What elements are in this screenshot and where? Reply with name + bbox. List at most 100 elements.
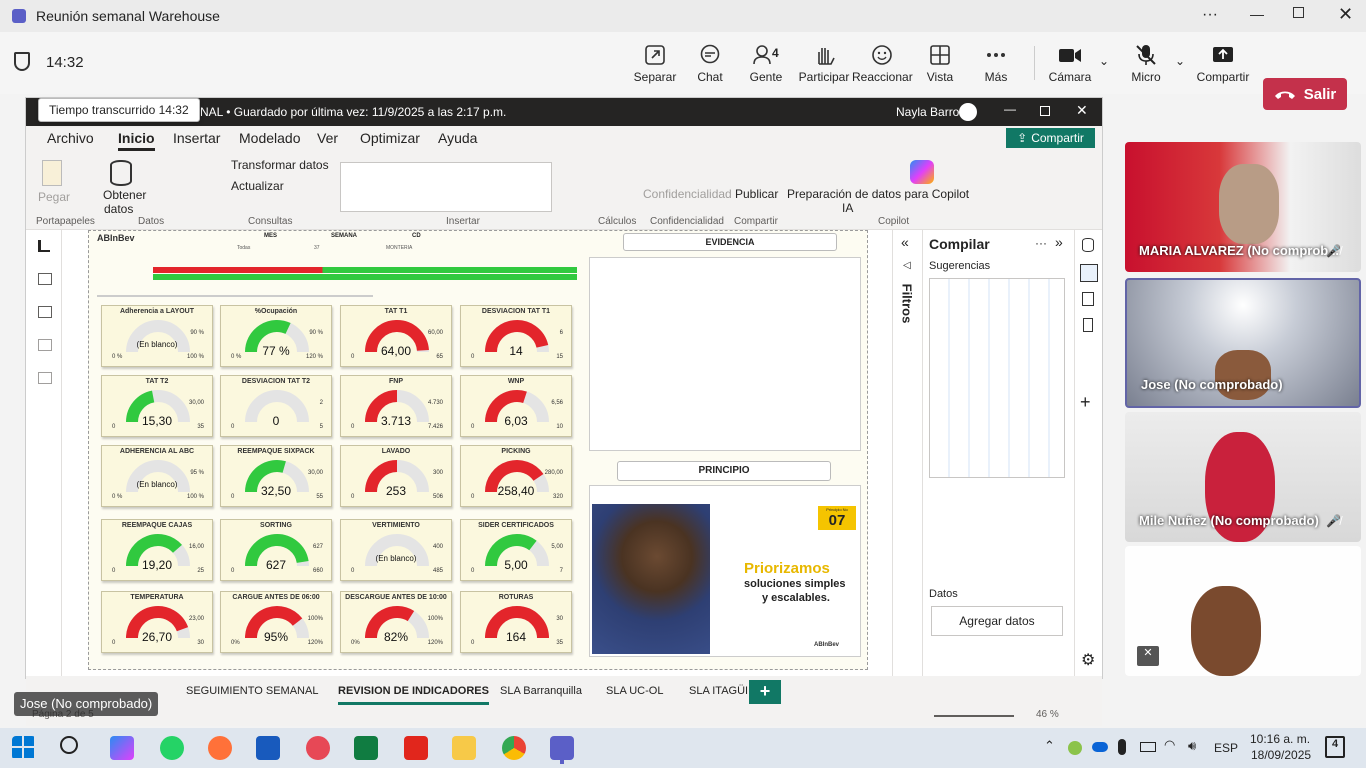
kpi-card[interactable]: TAT T2 30,00 0 35 15,30 — [101, 375, 213, 437]
pbi-minimize-button[interactable]: — — [1004, 102, 1016, 116]
kpi-card[interactable]: DESVIACION TAT T1 6 0 15 14 — [460, 305, 572, 367]
page-tab-itagui[interactable]: SLA ITAGÜI — [689, 685, 748, 697]
windows-start-icon[interactable] — [12, 736, 36, 760]
filter-cd[interactable]: CD — [412, 233, 421, 239]
kpi-card[interactable]: SIDER CERTIFICADOS 5,00 0 7 5,00 — [460, 519, 572, 581]
wifi-icon[interactable]: ◠ — [1164, 737, 1175, 753]
kpi-card[interactable]: ROTURAS 30 0 35 164 — [460, 591, 572, 653]
camera-options-chevron-icon[interactable]: ⌄ — [1099, 54, 1109, 68]
actualizar-button[interactable]: Actualizar — [231, 179, 284, 193]
pbi-close-button[interactable]: ✕ — [1076, 102, 1088, 119]
tab-ver[interactable]: Ver — [317, 130, 338, 146]
participar-button[interactable]: Participar — [794, 44, 854, 84]
kpi-card[interactable]: REEMPAQUE SIXPACK 30,00 0 55 32,50 — [220, 445, 332, 507]
viz-pane-icon[interactable] — [1080, 264, 1098, 282]
mic-tray-icon[interactable] — [1118, 739, 1126, 755]
chat-button[interactable]: Chat — [682, 44, 738, 84]
onedrive-icon[interactable] — [1092, 742, 1108, 752]
bookmark-icon[interactable] — [1083, 318, 1093, 332]
kpi-card[interactable]: ADHERENCIA AL ABC 95 % 0 % 100 % (En blanco) — [101, 445, 213, 507]
kpi-card[interactable]: %Ocupación 90 % 0 % 120 % 77 % — [220, 305, 332, 367]
snipping-tool-icon[interactable] — [306, 736, 330, 760]
copilot-taskbar-icon[interactable] — [110, 736, 134, 760]
kpi-card[interactable]: LAVADO 300 0 506 253 — [340, 445, 452, 507]
filter-mes[interactable]: MES — [264, 233, 277, 239]
tmdl-view-icon[interactable] — [38, 372, 52, 384]
settings-gear-icon[interactable]: ⚙ — [1081, 650, 1095, 670]
pbi-share-button[interactable]: ⇪ Compartir — [1006, 128, 1095, 148]
leave-button[interactable]: Salir — [1263, 78, 1347, 110]
tab-insertar[interactable]: Insertar — [173, 130, 220, 146]
participant-tile-1[interactable]: MARIA ALVAREZ (No comprob... 🎤̸ — [1125, 142, 1361, 272]
teams-taskbar-icon[interactable] — [550, 736, 574, 760]
kpi-card[interactable]: CARGUE ANTES DE 06:00 100% 0% 120% 95% — [220, 591, 332, 653]
data-pane-icon[interactable] — [1082, 238, 1094, 252]
gente-button[interactable]: Gente 4 — [738, 44, 794, 84]
vista-button[interactable]: Vista — [912, 44, 968, 84]
dax-view-icon[interactable] — [38, 339, 52, 351]
zoom-slider[interactable] — [934, 715, 1014, 717]
pegar-button[interactable]: Pegar — [38, 190, 70, 204]
camara-button[interactable]: Cámara — [1042, 44, 1098, 84]
more-options-icon[interactable]: ··· — [1202, 6, 1218, 24]
kpi-card[interactable]: SORTING 627 0 660 627 — [220, 519, 332, 581]
close-button[interactable]: ✕ — [1338, 4, 1353, 25]
pbi-maximize-button[interactable] — [1040, 106, 1050, 116]
participant-tile-3[interactable]: Mile Nuñez (No comprobado) 🎤̸ — [1125, 412, 1361, 542]
tab-ayuda[interactable]: Ayuda — [438, 130, 477, 146]
maximize-button[interactable] — [1293, 7, 1304, 18]
filters-pane-collapsed[interactable]: « ◁ Filtros — [892, 230, 922, 678]
clock-time[interactable]: 10:16 a. m. — [1250, 732, 1310, 746]
kpi-card[interactable]: DESVIACION TAT T2 2 0 5 0 — [220, 375, 332, 437]
tab-modelado[interactable]: Modelado — [239, 130, 301, 146]
separar-button[interactable]: Separar — [627, 44, 683, 84]
kpi-card[interactable]: WNP 6,56 0 10 6,03 — [460, 375, 572, 437]
viz-collapse-icon[interactable]: » — [1055, 234, 1063, 250]
kpi-card[interactable]: PICKING 280,00 0 320 258,40 — [460, 445, 572, 507]
tray-app-icon[interactable] — [1068, 741, 1082, 755]
notifications-icon[interactable]: 4 — [1325, 736, 1345, 758]
participant-tile-4[interactable]: ✕ — [1125, 546, 1361, 676]
format-pane-icon[interactable] — [1082, 292, 1094, 306]
micro-button[interactable]: Micro — [1118, 44, 1174, 84]
filter-cd-value[interactable]: MONTERIA — [386, 245, 412, 251]
firefox-icon[interactable] — [208, 736, 232, 760]
tab-archivo[interactable]: Archivo — [47, 130, 94, 146]
battery-icon[interactable] — [1140, 742, 1156, 752]
page-tab-uc-ol[interactable]: SLA UC-OL — [606, 685, 663, 697]
search-icon[interactable] — [60, 736, 78, 754]
compartir-button[interactable]: Compartir — [1193, 44, 1253, 84]
kpi-card[interactable]: FNP 4.730 0 7.426 3.713 — [340, 375, 452, 437]
tray-chevron-icon[interactable]: ⌃ — [1044, 738, 1055, 754]
visual-gallery[interactable] — [340, 162, 552, 212]
tab-inicio[interactable]: Inicio — [118, 130, 155, 151]
word-icon[interactable] — [256, 736, 280, 760]
wps-icon[interactable] — [404, 736, 428, 760]
kpi-card[interactable]: REEMPAQUE CAJAS 16,00 0 25 19,20 — [101, 519, 213, 581]
visual-icon-grid[interactable] — [929, 278, 1065, 478]
whatsapp-icon[interactable] — [160, 736, 184, 760]
transformar-datos-button[interactable]: Transformar datos — [231, 158, 329, 172]
reaccionar-button[interactable]: Reaccionar — [852, 44, 913, 84]
mas-button[interactable]: Más — [968, 44, 1024, 84]
filter-mes-value[interactable]: Todas — [237, 245, 250, 251]
page-tab-seguimiento[interactable]: SEGUIMIENTO SEMANAL — [186, 685, 318, 697]
file-explorer-icon[interactable] — [452, 736, 476, 760]
copilot-prep-button[interactable]: Preparación de datos para Copilot — [787, 187, 969, 201]
agregar-datos-button[interactable]: Agregar datos — [931, 606, 1063, 636]
table-view-icon[interactable] — [38, 273, 52, 285]
add-page-button[interactable]: + — [749, 680, 781, 704]
obtener-datos-button[interactable]: Obtener — [103, 188, 146, 202]
kpi-card[interactable]: DESCARGUE ANTES DE 10:00 100% 0% 120% 82% — [340, 591, 452, 653]
user-avatar-icon[interactable] — [959, 103, 977, 121]
kpi-card[interactable]: VERTIMIENTO 400 0 485 (En blanco) — [340, 519, 452, 581]
kpi-card[interactable]: Adherencia a LAYOUT 90 % 0 % 100 % (En blanc… — [101, 305, 213, 367]
page-tab-barranquilla[interactable]: SLA Barranquilla — [500, 685, 582, 697]
confidencialidad-button[interactable]: Confidencialidad — [643, 187, 732, 201]
filter-semana[interactable]: SEMANA — [331, 233, 357, 239]
volume-icon[interactable]: 🔊︎ — [1188, 738, 1196, 754]
expand-chevron-icon[interactable]: « — [901, 234, 909, 250]
publicar-button[interactable]: Publicar — [735, 187, 778, 201]
page-tab-revision[interactable]: REVISION DE INDICADORES — [338, 685, 489, 705]
language-indicator[interactable]: ESP — [1214, 741, 1238, 755]
